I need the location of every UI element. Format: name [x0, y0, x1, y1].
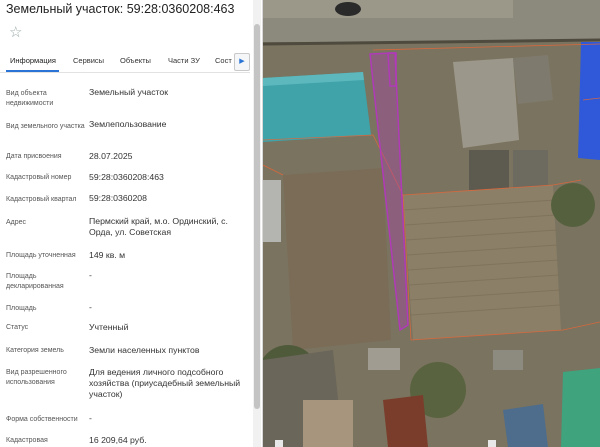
- active-tab-indicator: [6, 70, 59, 72]
- tab-objects[interactable]: Объекты: [120, 56, 151, 65]
- value-address: Пермский край, м.о. Ординский, с. Орда, …: [89, 216, 228, 237]
- label-cadastral-number: Кадастровый номер: [6, 174, 72, 181]
- panel-scrollbar[interactable]: [253, 0, 261, 447]
- label-area: Площадь: [6, 305, 37, 312]
- tab-state[interactable]: Сост: [215, 56, 232, 65]
- label-status: Статус: [6, 324, 29, 331]
- scrollbar-thumb[interactable]: [254, 24, 260, 409]
- tab-information[interactable]: Информация: [10, 56, 56, 65]
- value-area: -: [89, 302, 92, 312]
- info-panel: Земельный участок: 59:28:0360208:463 ☆ И…: [0, 0, 263, 447]
- value-land-category: Земли населенных пунктов: [89, 345, 200, 355]
- tab-parts[interactable]: Части ЗУ: [168, 56, 200, 65]
- triangle-right-icon[interactable]: ▶: [234, 53, 250, 71]
- value-permitted-use: Для ведения личного подсобного хозяйства…: [89, 367, 241, 399]
- label-ownership-form: Форма собственности: [6, 416, 78, 423]
- value-specified-area: 149 кв. м: [89, 250, 126, 260]
- value-declared-area: -: [89, 270, 92, 280]
- star-outline-icon[interactable]: ☆: [9, 25, 22, 40]
- label-permitted-use: Вид разрешенного использования: [6, 369, 67, 386]
- value-parcel-type: Землепользование: [89, 119, 167, 129]
- value-assign-date: 28.07.2025: [89, 151, 133, 161]
- label-cadastral-quarter: Кадастровый квартал: [6, 196, 77, 203]
- roof-blue: [578, 42, 600, 160]
- satellite-map[interactable]: [263, 0, 600, 447]
- label-object-type: Вид объекта недвижимости: [6, 90, 54, 107]
- label-address: Адрес: [6, 219, 27, 226]
- value-cadastral-value: 16 209,64 руб.: [89, 435, 147, 445]
- value-cadastral-number: 59:28:0360208:463: [89, 172, 164, 182]
- value-status: Учтенный: [89, 322, 129, 332]
- label-cadastral-value: Кадастровая: [6, 437, 48, 444]
- tab-services[interactable]: Сервисы: [73, 56, 104, 65]
- label-assign-date: Дата присвоения: [6, 153, 62, 160]
- panel-title: Земельный участок: 59:28:0360208:463: [6, 2, 235, 16]
- value-object-type: Земельный участок: [89, 87, 169, 97]
- label-parcel-type: Вид земельного участка: [6, 123, 85, 130]
- map-imagery: [263, 0, 600, 447]
- label-specified-area: Площадь уточненная: [6, 252, 76, 259]
- value-ownership-form: -: [89, 413, 92, 423]
- label-declared-area: Площадь декларированная: [6, 273, 64, 290]
- tab-bar: Информация Сервисы Объекты Части ЗУ Сост…: [0, 52, 250, 73]
- value-cadastral-quarter: 59:28:0360208: [89, 193, 147, 203]
- label-land-category: Категория земель: [6, 347, 64, 354]
